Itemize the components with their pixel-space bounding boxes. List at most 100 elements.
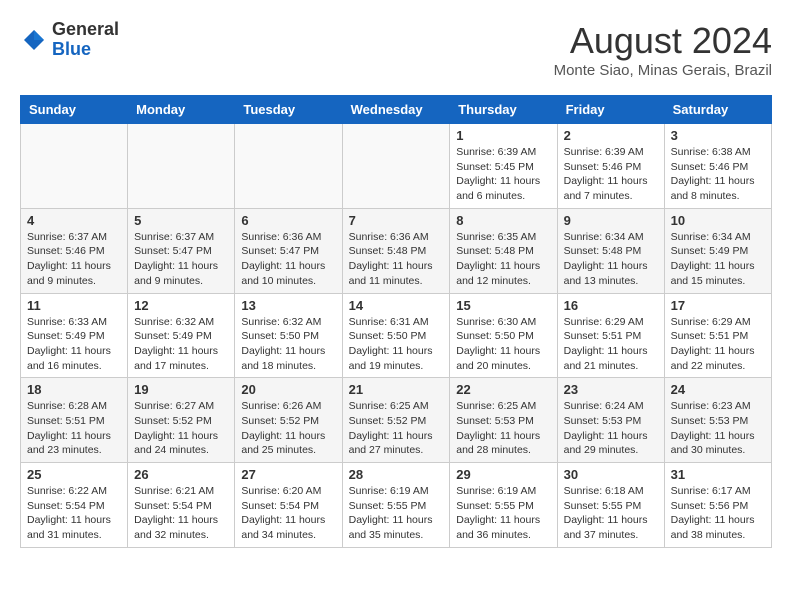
calendar-cell: 7 Sunrise: 6:36 AM Sunset: 5:48 PM Daylig…	[342, 208, 450, 293]
day-info: Sunrise: 6:33 AM Sunset: 5:49 PM Dayligh…	[27, 315, 121, 374]
day-number: 15	[456, 298, 550, 313]
title-block: August 2024 Monte Siao, Minas Gerais, Br…	[554, 20, 772, 79]
logo-icon	[20, 26, 48, 54]
calendar-week-row: 4 Sunrise: 6:37 AM Sunset: 5:46 PM Daylig…	[21, 208, 772, 293]
weekday-header: Wednesday	[342, 96, 450, 124]
day-info: Sunrise: 6:20 AM Sunset: 5:54 PM Dayligh…	[241, 484, 335, 543]
calendar-cell: 29 Sunrise: 6:19 AM Sunset: 5:55 PM Dayli…	[450, 463, 557, 548]
day-number: 2	[564, 128, 658, 143]
day-number: 8	[456, 213, 550, 228]
day-info: Sunrise: 6:30 AM Sunset: 5:50 PM Dayligh…	[456, 315, 550, 374]
calendar-cell	[21, 124, 128, 209]
logo: General Blue	[20, 20, 119, 60]
calendar-week-row: 1Sunrise: 6:39 AM Sunset: 5:45 PM Daylig…	[21, 124, 772, 209]
calendar-cell: 12 Sunrise: 6:32 AM Sunset: 5:49 PM Dayli…	[128, 293, 235, 378]
day-info: Sunrise: 6:24 AM Sunset: 5:53 PM Dayligh…	[564, 399, 658, 458]
logo-general-text: General	[52, 20, 119, 40]
day-info: Sunrise: 6:19 AM Sunset: 5:55 PM Dayligh…	[456, 484, 550, 543]
day-number: 5	[134, 213, 228, 228]
calendar-cell	[342, 124, 450, 209]
day-number: 17	[671, 298, 765, 313]
calendar-cell: 25Sunrise: 6:22 AM Sunset: 5:54 PM Dayli…	[21, 463, 128, 548]
day-info: Sunrise: 6:35 AM Sunset: 5:48 PM Dayligh…	[456, 230, 550, 289]
day-info: Sunrise: 6:39 AM Sunset: 5:46 PM Dayligh…	[564, 145, 658, 204]
calendar-cell: 8 Sunrise: 6:35 AM Sunset: 5:48 PM Daylig…	[450, 208, 557, 293]
day-number: 30	[564, 467, 658, 482]
calendar-cell: 30 Sunrise: 6:18 AM Sunset: 5:55 PM Dayli…	[557, 463, 664, 548]
logo-blue-text: Blue	[52, 40, 119, 60]
calendar-cell: 21Sunrise: 6:25 AM Sunset: 5:52 PM Dayli…	[342, 378, 450, 463]
day-info: Sunrise: 6:17 AM Sunset: 5:56 PM Dayligh…	[671, 484, 765, 543]
day-info: Sunrise: 6:22 AM Sunset: 5:54 PM Dayligh…	[27, 484, 121, 543]
calendar-cell: 24 Sunrise: 6:23 AM Sunset: 5:53 PM Dayli…	[664, 378, 771, 463]
day-number: 27	[241, 467, 335, 482]
calendar-cell: 27 Sunrise: 6:20 AM Sunset: 5:54 PM Dayli…	[235, 463, 342, 548]
day-number: 24	[671, 382, 765, 397]
weekday-header: Sunday	[21, 96, 128, 124]
day-number: 29	[456, 467, 550, 482]
day-info: Sunrise: 6:39 AM Sunset: 5:45 PM Dayligh…	[456, 145, 550, 204]
calendar-cell	[235, 124, 342, 209]
day-number: 14	[349, 298, 444, 313]
calendar-header: SundayMondayTuesdayWednesdayThursdayFrid…	[21, 96, 772, 124]
calendar-cell: 11 Sunrise: 6:33 AM Sunset: 5:49 PM Dayli…	[21, 293, 128, 378]
day-number: 22	[456, 382, 550, 397]
day-number: 9	[564, 213, 658, 228]
day-number: 7	[349, 213, 444, 228]
day-number: 31	[671, 467, 765, 482]
calendar-cell: 13 Sunrise: 6:32 AM Sunset: 5:50 PM Dayli…	[235, 293, 342, 378]
day-number: 23	[564, 382, 658, 397]
day-info: Sunrise: 6:32 AM Sunset: 5:49 PM Dayligh…	[134, 315, 228, 374]
day-info: Sunrise: 6:25 AM Sunset: 5:52 PM Dayligh…	[349, 399, 444, 458]
calendar-cell: 5 Sunrise: 6:37 AM Sunset: 5:47 PM Daylig…	[128, 208, 235, 293]
calendar-cell: 3Sunrise: 6:38 AM Sunset: 5:46 PM Daylig…	[664, 124, 771, 209]
day-info: Sunrise: 6:37 AM Sunset: 5:46 PM Dayligh…	[27, 230, 121, 289]
calendar-cell: 18Sunrise: 6:28 AM Sunset: 5:51 PM Dayli…	[21, 378, 128, 463]
day-number: 12	[134, 298, 228, 313]
calendar-cell: 16Sunrise: 6:29 AM Sunset: 5:51 PM Dayli…	[557, 293, 664, 378]
month-title: August 2024	[554, 20, 772, 62]
weekday-header: Thursday	[450, 96, 557, 124]
day-info: Sunrise: 6:36 AM Sunset: 5:48 PM Dayligh…	[349, 230, 444, 289]
day-number: 18	[27, 382, 121, 397]
calendar-cell: 10Sunrise: 6:34 AM Sunset: 5:49 PM Dayli…	[664, 208, 771, 293]
calendar-cell: 4 Sunrise: 6:37 AM Sunset: 5:46 PM Daylig…	[21, 208, 128, 293]
day-number: 28	[349, 467, 444, 482]
calendar-cell: 14 Sunrise: 6:31 AM Sunset: 5:50 PM Dayli…	[342, 293, 450, 378]
day-number: 11	[27, 298, 121, 313]
day-info: Sunrise: 6:34 AM Sunset: 5:48 PM Dayligh…	[564, 230, 658, 289]
location-title: Monte Siao, Minas Gerais, Brazil	[554, 62, 772, 79]
day-info: Sunrise: 6:29 AM Sunset: 5:51 PM Dayligh…	[671, 315, 765, 374]
calendar-cell: 9 Sunrise: 6:34 AM Sunset: 5:48 PM Daylig…	[557, 208, 664, 293]
day-info: Sunrise: 6:23 AM Sunset: 5:53 PM Dayligh…	[671, 399, 765, 458]
day-info: Sunrise: 6:18 AM Sunset: 5:55 PM Dayligh…	[564, 484, 658, 543]
calendar-cell: 15 Sunrise: 6:30 AM Sunset: 5:50 PM Dayli…	[450, 293, 557, 378]
day-number: 16	[564, 298, 658, 313]
calendar-cell: 22Sunrise: 6:25 AM Sunset: 5:53 PM Dayli…	[450, 378, 557, 463]
calendar-body: 1Sunrise: 6:39 AM Sunset: 5:45 PM Daylig…	[21, 124, 772, 548]
page-header: General Blue August 2024 Monte Siao, Min…	[20, 20, 772, 79]
weekday-row: SundayMondayTuesdayWednesdayThursdayFrid…	[21, 96, 772, 124]
day-info: Sunrise: 6:27 AM Sunset: 5:52 PM Dayligh…	[134, 399, 228, 458]
day-info: Sunrise: 6:38 AM Sunset: 5:46 PM Dayligh…	[671, 145, 765, 204]
day-info: Sunrise: 6:34 AM Sunset: 5:49 PM Dayligh…	[671, 230, 765, 289]
weekday-header: Monday	[128, 96, 235, 124]
weekday-header: Friday	[557, 96, 664, 124]
calendar-week-row: 25Sunrise: 6:22 AM Sunset: 5:54 PM Dayli…	[21, 463, 772, 548]
calendar-cell: 20Sunrise: 6:26 AM Sunset: 5:52 PM Dayli…	[235, 378, 342, 463]
day-number: 13	[241, 298, 335, 313]
day-number: 4	[27, 213, 121, 228]
calendar-cell: 23 Sunrise: 6:24 AM Sunset: 5:53 PM Dayli…	[557, 378, 664, 463]
day-number: 26	[134, 467, 228, 482]
logo-text: General Blue	[52, 20, 119, 60]
day-info: Sunrise: 6:19 AM Sunset: 5:55 PM Dayligh…	[349, 484, 444, 543]
day-info: Sunrise: 6:32 AM Sunset: 5:50 PM Dayligh…	[241, 315, 335, 374]
calendar-cell: 26Sunrise: 6:21 AM Sunset: 5:54 PM Dayli…	[128, 463, 235, 548]
day-info: Sunrise: 6:36 AM Sunset: 5:47 PM Dayligh…	[241, 230, 335, 289]
day-info: Sunrise: 6:37 AM Sunset: 5:47 PM Dayligh…	[134, 230, 228, 289]
day-info: Sunrise: 6:31 AM Sunset: 5:50 PM Dayligh…	[349, 315, 444, 374]
day-info: Sunrise: 6:26 AM Sunset: 5:52 PM Dayligh…	[241, 399, 335, 458]
calendar-cell: 31 Sunrise: 6:17 AM Sunset: 5:56 PM Dayli…	[664, 463, 771, 548]
calendar-table: SundayMondayTuesdayWednesdayThursdayFrid…	[20, 95, 772, 548]
calendar-cell	[128, 124, 235, 209]
